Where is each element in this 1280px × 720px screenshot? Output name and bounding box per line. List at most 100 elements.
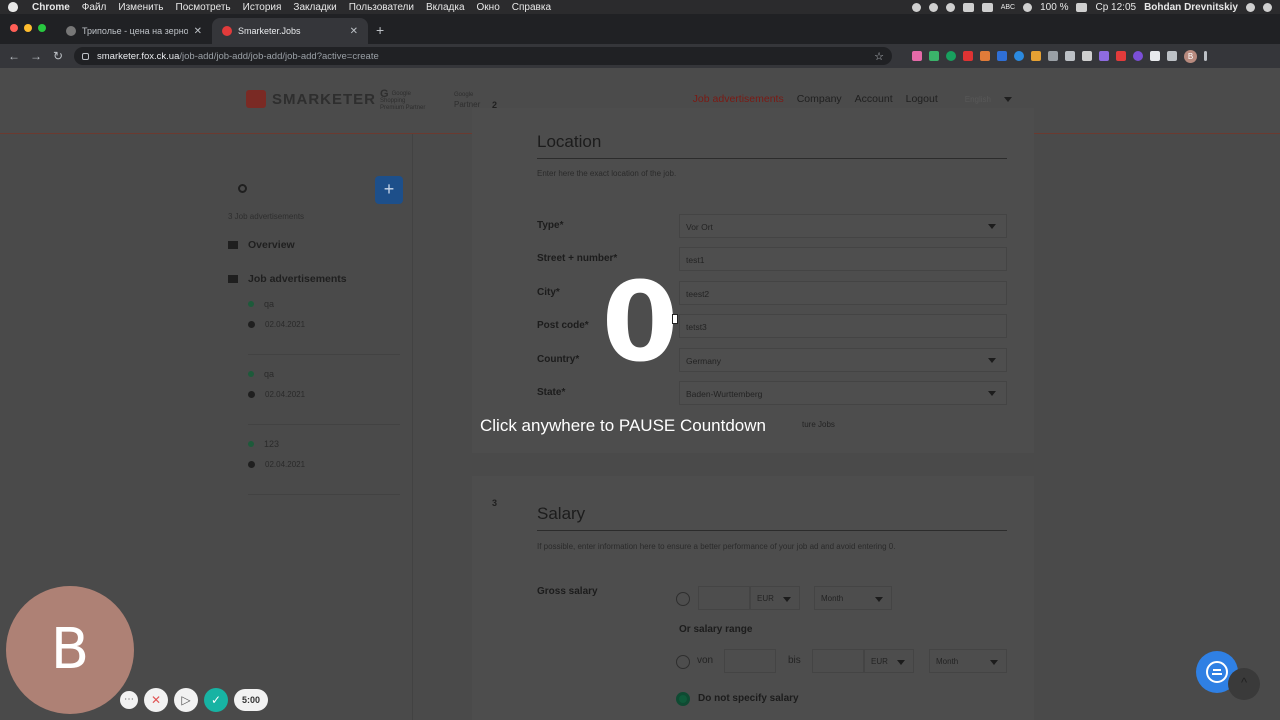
- lock-icon[interactable]: [82, 52, 89, 60]
- menubar-item-help[interactable]: Справка: [512, 2, 551, 13]
- range-from-input[interactable]: [724, 649, 776, 673]
- extension-icon[interactable]: [929, 51, 939, 61]
- gross-salary-input[interactable]: [698, 586, 750, 610]
- menubar-item-tab[interactable]: Вкладка: [426, 2, 465, 13]
- status-icon[interactable]: [981, 2, 993, 12]
- extension-icon[interactable]: [1065, 51, 1075, 61]
- scroll-to-top-icon[interactable]: ^: [1228, 668, 1260, 700]
- menubar-item-edit[interactable]: Изменить: [118, 2, 163, 13]
- browser-tab[interactable]: Триполье - цена на зерно, ка ✕: [56, 18, 212, 44]
- siri-icon[interactable]: [1263, 2, 1272, 12]
- battery-icon[interactable]: [1076, 2, 1088, 12]
- status-icon[interactable]: [911, 2, 921, 12]
- sidebar-item-job-advertisements[interactable]: Job advertisements: [228, 273, 412, 285]
- extension-icon[interactable]: [997, 51, 1007, 61]
- nav-logout[interactable]: Logout: [906, 93, 938, 105]
- gross-salary-radio[interactable]: [676, 592, 690, 606]
- chevron-down-icon[interactable]: [1004, 96, 1012, 102]
- search-icon[interactable]: [1246, 2, 1255, 12]
- extension-icon[interactable]: [1048, 51, 1058, 61]
- nav-company[interactable]: Company: [797, 93, 842, 105]
- menubar-clock[interactable]: Ср 12:05: [1095, 2, 1136, 13]
- keyboard-layout-indicator[interactable]: ABC: [1001, 4, 1015, 11]
- city-input[interactable]: teest2: [679, 281, 1007, 305]
- menubar-user[interactable]: Bohdan Drevnitskiy: [1144, 2, 1238, 13]
- address-bar[interactable]: smarketer.fox.ck.ua /job-add/job-add/job…: [74, 47, 892, 65]
- extension-icon[interactable]: [1082, 51, 1092, 61]
- more-options-icon[interactable]: ⋯: [120, 691, 138, 709]
- postcode-input[interactable]: tetst3: [679, 314, 1007, 338]
- list-item[interactable]: 123 02.04.2021: [248, 439, 400, 495]
- extension-icon[interactable]: [912, 51, 922, 61]
- extension-icon[interactable]: [1099, 51, 1109, 61]
- sidebar-item-overview[interactable]: Overview: [228, 239, 412, 251]
- grammarly-icon[interactable]: [946, 51, 956, 61]
- search-icon[interactable]: [238, 183, 247, 193]
- telegram-icon[interactable]: [928, 2, 938, 12]
- smarketer-logo[interactable]: SMARKETER: [246, 90, 376, 108]
- apple-icon[interactable]: [8, 2, 18, 12]
- reading-list-icon[interactable]: [1167, 51, 1177, 61]
- extension-icon[interactable]: [980, 51, 990, 61]
- range-currency-select[interactable]: EUR: [864, 649, 914, 673]
- menubar-item-file[interactable]: Файл: [82, 2, 107, 13]
- browser-tab-active[interactable]: Smarketer.Jobs ✕: [212, 18, 368, 44]
- state-select[interactable]: Baden-Wurttemberg: [679, 381, 1007, 405]
- menubar-item-people[interactable]: Пользователи: [349, 2, 414, 13]
- salary-range-radio[interactable]: [676, 655, 690, 669]
- extension-icon[interactable]: [1031, 51, 1041, 61]
- webcam-bubble[interactable]: B: [6, 586, 134, 714]
- list-item[interactable]: qa 02.04.2021: [248, 299, 400, 355]
- nav-account[interactable]: Account: [855, 93, 893, 105]
- country-select[interactable]: Germany: [679, 348, 1007, 372]
- menubar-item-window[interactable]: Окно: [477, 2, 500, 13]
- browser-toolbar: ← → ↻ smarketer.fox.ck.ua /job-add/job-a…: [0, 44, 1280, 68]
- language-select[interactable]: English: [965, 95, 991, 104]
- street-input[interactable]: test1: [679, 247, 1007, 271]
- no-salary-radio[interactable]: [676, 692, 690, 706]
- list-item[interactable]: qa 02.04.2021: [248, 369, 400, 425]
- tab-close-icon[interactable]: ✕: [350, 26, 358, 37]
- add-job-button[interactable]: +: [375, 176, 403, 204]
- menu-dots-icon[interactable]: [1204, 51, 1207, 61]
- extension-icon[interactable]: [1116, 51, 1126, 61]
- type-select[interactable]: Vor Ort: [679, 214, 1007, 238]
- gear-icon[interactable]: [945, 2, 955, 12]
- cancel-recording-icon[interactable]: ✕: [144, 688, 168, 712]
- profile-avatar[interactable]: B: [1184, 49, 1197, 63]
- menubar-item-bookmarks[interactable]: Закладки: [293, 2, 336, 13]
- range-to-input[interactable]: [812, 649, 864, 673]
- status-icon[interactable]: [962, 2, 974, 12]
- pause-countdown-text[interactable]: Click anywhere to PAUSE Countdown: [480, 416, 766, 436]
- status-dot-icon: [248, 371, 254, 377]
- pause-recording-icon[interactable]: ▷: [174, 688, 198, 712]
- finish-recording-icon[interactable]: ✓: [204, 688, 228, 712]
- close-window-icon[interactable]: [10, 24, 18, 32]
- no-salary-label[interactable]: Do not specify salary: [698, 693, 799, 704]
- adblock-icon[interactable]: [963, 51, 973, 61]
- new-tab-button[interactable]: +: [376, 22, 384, 38]
- job-title: qa: [264, 369, 275, 379]
- logo-text: SMARKETER: [272, 90, 377, 108]
- wifi-icon[interactable]: [1023, 2, 1033, 12]
- menubar-app-name[interactable]: Chrome: [32, 2, 70, 13]
- extension-icon[interactable]: [1014, 51, 1024, 61]
- countdown-number[interactable]: 0: [598, 262, 682, 382]
- field-label: Post code*: [537, 320, 589, 331]
- forward-arrow-icon[interactable]: →: [30, 49, 42, 63]
- menubar-item-history[interactable]: История: [243, 2, 282, 13]
- range-period-select[interactable]: Month: [929, 649, 1007, 673]
- gross-period-select[interactable]: Month: [814, 586, 892, 610]
- menubar-item-view[interactable]: Посмотреть: [176, 2, 231, 13]
- gross-currency-select[interactable]: EUR: [750, 586, 800, 610]
- nav-job-advertisements[interactable]: Job advertisements: [693, 93, 784, 105]
- fullscreen-window-icon[interactable]: [38, 24, 46, 32]
- back-arrow-icon[interactable]: ←: [8, 49, 20, 63]
- sidebar-item-label: Job advertisements: [248, 273, 347, 285]
- tab-close-icon[interactable]: ✕: [194, 26, 202, 37]
- bookmark-star-icon[interactable]: ☆: [874, 50, 884, 63]
- minimize-window-icon[interactable]: [24, 24, 32, 32]
- reload-icon[interactable]: ↻: [52, 49, 64, 63]
- extension-icon[interactable]: [1133, 51, 1143, 61]
- puzzle-icon[interactable]: [1150, 51, 1160, 61]
